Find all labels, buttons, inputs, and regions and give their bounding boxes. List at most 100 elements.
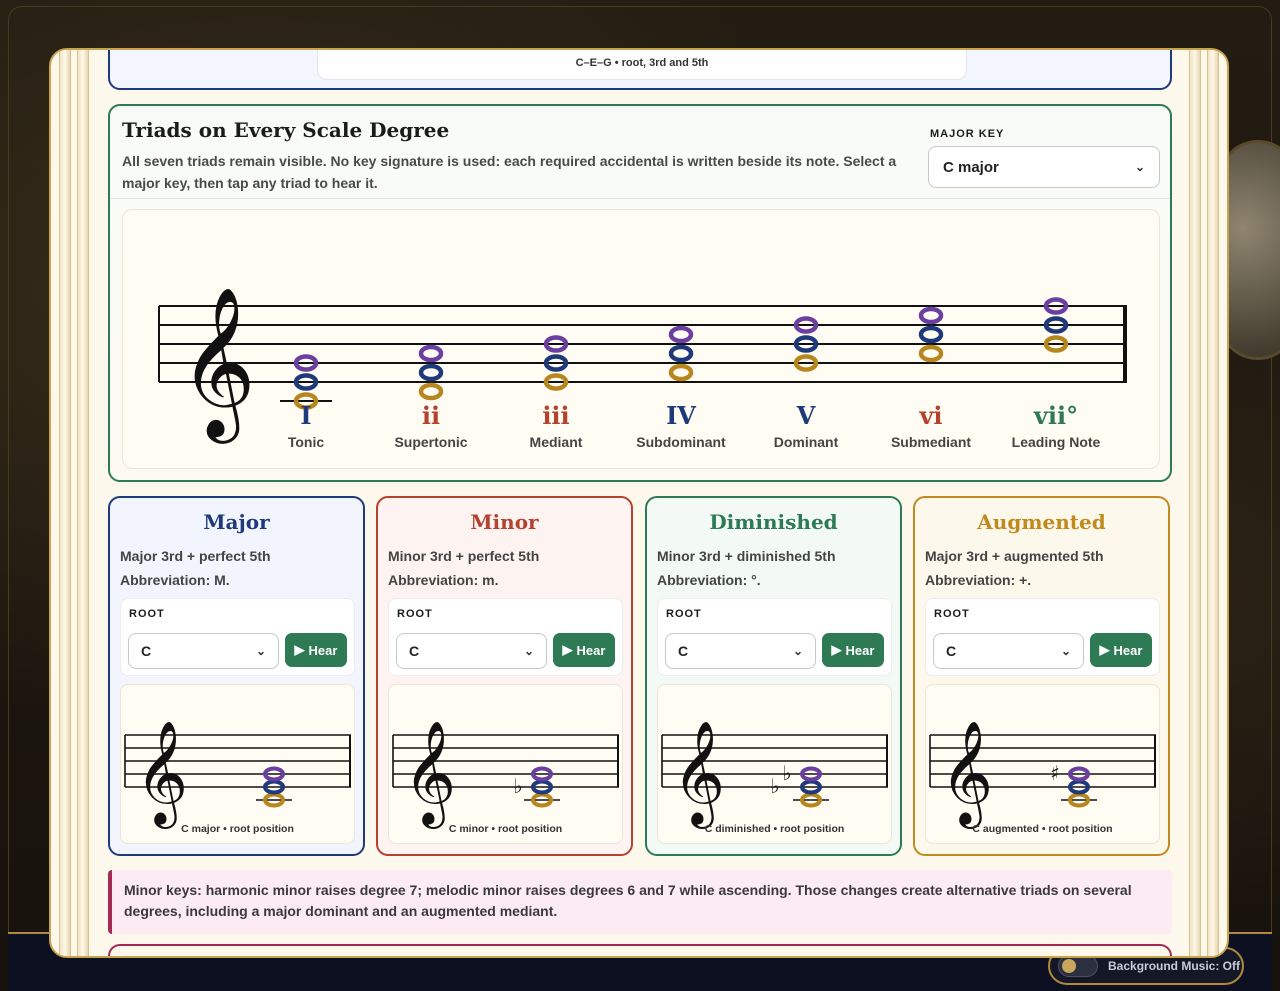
roman-numeral: ii [422, 401, 440, 430]
root-controls: ROOT C ⌄ ▶ Hear [388, 598, 623, 676]
scale-degree-triad[interactable]: iii Mediant [530, 335, 583, 451]
major-key-select[interactable]: C major ⌄ [928, 146, 1160, 188]
root-select[interactable]: C ⌄ [665, 633, 816, 669]
interval-description: Major 3rd + augmented 5th [925, 548, 1104, 564]
triad-staff: 𝄞 ♭ C minor • root position [388, 684, 623, 844]
panel-rail [1207, 50, 1219, 956]
scale-degree-staff-svg: 𝄞 I Tonic ii Supertonic iii Mediant IV Subdomina… [158, 285, 1127, 451]
triad-staff-svg: 𝄞 ♭♭ [661, 720, 888, 829]
scale-degree-triad[interactable]: vii° Leading Note [1012, 297, 1101, 451]
chevron-down-icon: ⌄ [1060, 644, 1071, 658]
degree-name: Tonic [288, 434, 325, 450]
flat-icon: ♭ [782, 761, 791, 785]
scale-degree-triad[interactable]: IV Subdominant [636, 325, 726, 450]
roman-numeral: vi [918, 401, 942, 430]
triad-type-card-minor: Minor Minor 3rd + perfect 5th Abbreviation… [376, 496, 633, 856]
root-select[interactable]: C ⌄ [933, 633, 1084, 669]
degree-name: Submediant [891, 434, 971, 450]
interval-description: Minor 3rd + diminished 5th [657, 548, 836, 564]
root-label: ROOT [666, 608, 702, 620]
note-head [668, 344, 694, 363]
hear-label: Hear [1113, 642, 1143, 658]
treble-clef-icon: 𝄞 [672, 720, 725, 829]
triads-header: Triads on Every Scale Degree All seven t… [122, 118, 902, 194]
triad-staff: 𝄞 C major • root position [120, 684, 355, 844]
hear-label: Hear [845, 642, 875, 658]
roman-numeral: IV [666, 401, 696, 430]
play-icon: ▶ [294, 642, 305, 657]
hear-label: Hear [308, 642, 338, 658]
triad-type-card-augmented: Augmented Major 3rd + augmented 5th Abbrev… [913, 496, 1170, 856]
toggle-knob [1062, 959, 1076, 973]
abbreviation: Abbreviation: M. [120, 572, 230, 588]
roman-numeral: I [300, 401, 311, 430]
triad-type-card-diminished: Diminished Minor 3rd + diminished 5th Abbr… [645, 496, 902, 856]
note-head [418, 382, 444, 401]
major-key-value: C major [943, 158, 999, 176]
scroll-content[interactable]: C–E–G • root, 3rd and 5th Triads on Ever… [108, 50, 1174, 956]
chevron-down-icon: ⌄ [1134, 160, 1145, 174]
treble-clef-icon: 𝄞 [135, 720, 188, 829]
abbreviation: Abbreviation: m. [388, 572, 499, 588]
note-head [418, 344, 444, 363]
triad-staff-svg: 𝄞 ♭ [392, 720, 619, 829]
triad-types-row: Major Major 3rd + perfect 5th Abbreviation… [108, 496, 1174, 856]
scale-degree-triad[interactable]: V Dominant [774, 316, 839, 451]
triads-description: All seven triads remain visible. No key … [122, 153, 897, 191]
root-value: C [141, 643, 152, 659]
triad-type-title: Augmented [977, 510, 1106, 534]
major-key-label: MAJOR KEY [930, 128, 1005, 140]
triads-section: Triads on Every Scale Degree All seven t… [108, 104, 1172, 482]
hear-label: Hear [576, 642, 606, 658]
interval-description: Major 3rd + perfect 5th [120, 548, 271, 564]
hear-button[interactable]: ▶ Hear [822, 633, 884, 667]
triad-staff: 𝄞 ♭ ♭ C diminished • root position [657, 684, 892, 844]
abbreviation: Abbreviation: +. [925, 572, 1032, 588]
scale-degree-triad[interactable]: I Tonic [280, 354, 332, 451]
root-value: C [409, 643, 420, 659]
degree-name: Dominant [774, 434, 839, 450]
play-icon: ▶ [831, 642, 842, 657]
roman-numeral: V [796, 401, 816, 430]
root-controls: ROOT C ⌄ ▶ Hear [120, 598, 355, 676]
music-label: Background Music: Off [1108, 959, 1241, 973]
triad-type-description: Minor 3rd + perfect 5th Abbreviation: m. [388, 544, 621, 592]
panel-rail [1189, 50, 1201, 956]
note-head [918, 344, 944, 363]
root-select[interactable]: C ⌄ [396, 633, 547, 669]
previous-caption: C–E–G • root, 3rd and 5th [575, 57, 709, 69]
sharp-icon: ♯ [1050, 761, 1060, 785]
degree-name: Supertonic [394, 434, 467, 450]
treble-clef-icon: 𝄞 [179, 285, 256, 444]
triad-caption: C diminished • root position [704, 823, 845, 835]
previous-staff-box: C–E–G • root, 3rd and 5th [317, 50, 967, 80]
main-panel: C–E–G • root, 3rd and 5th Triads on Ever… [49, 48, 1229, 958]
scale-degree-triad[interactable]: vi Submediant [891, 306, 971, 450]
triad-type-description: Major 3rd + augmented 5th Abbreviation: +… [925, 544, 1158, 592]
root-label: ROOT [397, 608, 433, 620]
triad-type-description: Minor 3rd + diminished 5th Abbreviation: … [657, 544, 890, 592]
play-icon: ▶ [562, 642, 573, 657]
minor-keys-note: Minor keys: harmonic minor raises degree… [108, 870, 1172, 934]
next-section-card [108, 944, 1172, 956]
note-head [918, 325, 944, 344]
root-controls: ROOT C ⌄ ▶ Hear [657, 598, 892, 676]
flat-icon: ♭ [770, 774, 779, 798]
root-value: C [678, 643, 689, 659]
triad-caption: C minor • root position [448, 823, 563, 835]
roman-numeral: vii° [1033, 401, 1078, 430]
toggle-switch[interactable] [1058, 955, 1098, 977]
divider [110, 198, 1170, 199]
triad-type-description: Major 3rd + perfect 5th Abbreviation: M. [120, 544, 353, 592]
degree-name: Leading Note [1012, 434, 1101, 450]
hear-button[interactable]: ▶ Hear [285, 633, 347, 667]
panel-rail [77, 50, 89, 956]
panel-rail [59, 50, 71, 956]
degree-name: Subdominant [636, 434, 726, 450]
roman-numeral: iii [542, 401, 569, 430]
hear-button[interactable]: ▶ Hear [553, 633, 615, 667]
root-select[interactable]: C ⌄ [128, 633, 279, 669]
triad-type-title: Diminished [709, 510, 838, 534]
triad-caption: C augmented • root position [972, 823, 1113, 835]
hear-button[interactable]: ▶ Hear [1090, 633, 1152, 667]
